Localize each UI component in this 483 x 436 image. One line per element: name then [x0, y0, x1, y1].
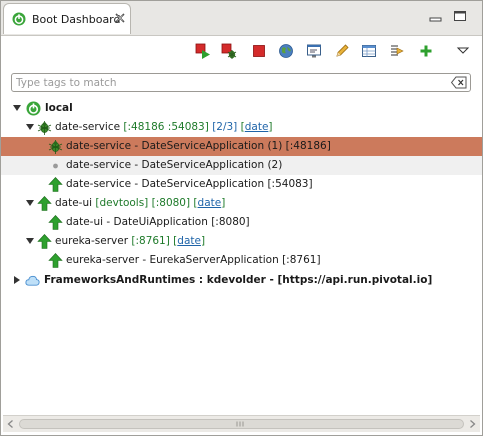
globe-icon[interactable]: [278, 43, 294, 59]
running-arrow-icon: [37, 196, 52, 211]
running-arrow-icon: [48, 177, 63, 192]
running-arrow-icon: [48, 215, 63, 230]
stop-icon[interactable]: [251, 43, 267, 59]
tree-node-cloud-foundry-target[interactable]: FrameworksAndRuntimes : kdevolder - [htt…: [1, 271, 482, 290]
expanded-triangle-icon[interactable]: [25, 122, 35, 132]
running-arrow-icon: [37, 234, 52, 249]
tree-node-date-service-instance-2[interactable]: date-service - DateServiceApplication (2…: [1, 156, 482, 175]
node-text: eureka-server [:8761] [date]: [55, 235, 206, 247]
node-label: eureka-server - EurekaServerApplication …: [66, 254, 321, 266]
running-arrow-icon: [48, 253, 63, 268]
spring-boot-icon: [12, 12, 26, 26]
scroll-left-icon[interactable]: [6, 419, 15, 429]
tab-bar: Boot Dashboard: [1, 1, 482, 36]
filter-field: [11, 73, 471, 92]
tag-link[interactable]: date: [177, 235, 201, 247]
scrollbar-thumb[interactable]: [19, 419, 464, 429]
boot-dashboard-view: Boot Dashboard Type tags to match local …: [0, 0, 483, 436]
inactive-dot-icon: [53, 163, 58, 169]
node-label: date-service - DateServiceApplication (1…: [66, 140, 331, 152]
horizontal-scrollbar[interactable]: [3, 415, 480, 432]
node-label: local: [45, 102, 73, 114]
toolbar: [1, 36, 482, 66]
node-text: date-service [:48186 :54083] [2/3] [date…: [55, 121, 273, 133]
app-name: eureka-server: [55, 235, 129, 247]
collapsed-triangle-icon[interactable]: [12, 275, 22, 285]
expose-icon[interactable]: [389, 43, 405, 59]
app-ports: [:8761]: [131, 235, 170, 247]
start-icon[interactable]: [195, 43, 211, 59]
tab-title: Boot Dashboard: [32, 13, 121, 26]
tree-node-date-service-instance-3[interactable]: date-service - DateServiceApplication [:…: [1, 175, 482, 194]
console-icon[interactable]: [306, 43, 322, 59]
table-icon[interactable]: [361, 43, 377, 59]
pencil-icon[interactable]: [334, 43, 350, 59]
clear-icon[interactable]: [451, 76, 467, 89]
expanded-triangle-icon[interactable]: [25, 198, 35, 208]
close-icon[interactable]: [114, 12, 126, 24]
tab-boot-dashboard[interactable]: Boot Dashboard: [3, 3, 131, 34]
tree-node-eureka-server[interactable]: eureka-server [:8761] [date]: [1, 232, 482, 251]
tree-node-date-service-instance-1[interactable]: date-service - DateServiceApplication (1…: [1, 137, 482, 156]
node-label: date-service - DateServiceApplication [:…: [66, 178, 313, 190]
tree-node-local[interactable]: local: [1, 99, 482, 118]
tree-node-date-ui[interactable]: date-ui [devtools] [:8080] [date]: [1, 194, 482, 213]
app-ports: [:8080]: [151, 197, 191, 209]
app-name: date-service: [55, 121, 121, 133]
minimize-icon[interactable]: [429, 10, 443, 22]
tag-link[interactable]: date: [245, 121, 269, 133]
cloud-icon: [25, 275, 40, 286]
debug-icon[interactable]: [221, 43, 237, 59]
expanded-triangle-icon[interactable]: [12, 103, 22, 113]
grip-icon: [236, 421, 244, 427]
debug-bug-icon: [37, 121, 52, 135]
node-label: FrameworksAndRuntimes : kdevolder - [htt…: [44, 274, 433, 286]
spring-boot-icon: [26, 101, 41, 116]
scroll-right-icon[interactable]: [468, 419, 477, 429]
app-ports: [:48186 :54083]: [123, 121, 209, 133]
app-name: date-ui: [55, 197, 93, 209]
maximize-icon[interactable]: [453, 10, 467, 22]
node-text: date-ui [devtools] [:8080] [date]: [55, 197, 226, 209]
tree-node-eureka-server-instance[interactable]: eureka-server - EurekaServerApplication …: [1, 251, 482, 270]
plus-icon[interactable]: [418, 43, 434, 59]
node-label: date-ui - DateUiApplication [:8080]: [66, 216, 250, 228]
tree-node-date-service[interactable]: date-service [:48186 :54083] [2/3] [date…: [1, 118, 482, 137]
debug-bug-icon: [48, 140, 63, 154]
devtools-tag: [devtools]: [95, 197, 149, 209]
triangle-down-icon[interactable]: [455, 43, 471, 59]
tag-link[interactable]: date: [198, 197, 222, 209]
node-label: date-service - DateServiceApplication (2…: [66, 159, 283, 171]
tree-node-date-ui-instance[interactable]: date-ui - DateUiApplication [:8080]: [1, 213, 482, 232]
instance-count: [2/3]: [212, 121, 238, 133]
expanded-triangle-icon[interactable]: [25, 236, 35, 246]
filter-input[interactable]: [16, 75, 436, 90]
